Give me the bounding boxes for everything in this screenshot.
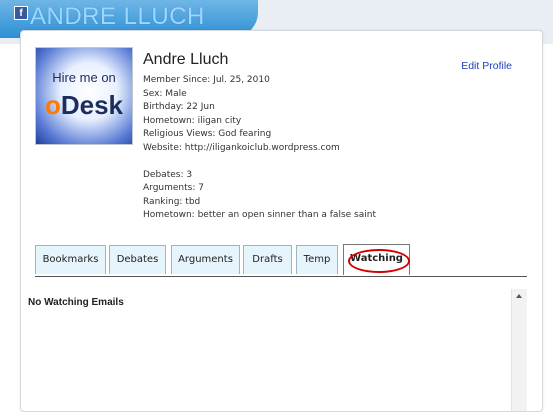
photo-text-logo: oDesk bbox=[44, 90, 124, 120]
profile-name: Andre Lluch bbox=[143, 51, 229, 68]
profile-tabs: Bookmarks Debates Arguments Drafts Temp … bbox=[35, 244, 527, 277]
highlight-ring bbox=[348, 249, 410, 273]
tab-temp[interactable]: Temp bbox=[296, 245, 338, 274]
stat-hometown-quote: Hometown: better an open sinner than a f… bbox=[143, 210, 376, 220]
tab-bookmarks[interactable]: Bookmarks bbox=[35, 245, 106, 274]
detail-religious-views: Religious Views: God fearing bbox=[143, 129, 272, 139]
profile-photo: Hire me on oDesk bbox=[35, 47, 133, 145]
detail-sex: Sex: Male bbox=[143, 88, 187, 99]
stat-arguments: Arguments: 7 bbox=[143, 183, 204, 193]
facebook-icon[interactable]: f bbox=[14, 6, 28, 20]
empty-message: No Watching Emails bbox=[28, 297, 124, 308]
detail-hometown: Hometown: iligan city bbox=[143, 115, 242, 126]
panel-scrollbar[interactable] bbox=[511, 289, 527, 411]
photo-text-line1: Hire me on bbox=[52, 70, 116, 85]
profile-card: Hire me on oDesk Andre Lluch Edit Profil… bbox=[20, 30, 543, 412]
stat-debates: Debates: 3 bbox=[143, 169, 193, 180]
scroll-up-arrow-icon[interactable] bbox=[516, 294, 522, 298]
stat-ranking: Ranking: tbd bbox=[143, 196, 201, 207]
banner-title: ANDRE LLUCH bbox=[30, 3, 205, 30]
tab-watching[interactable]: Watching bbox=[343, 244, 410, 275]
tab-arguments[interactable]: Arguments bbox=[171, 245, 240, 274]
detail-birthday: Birthday: 22 Jun bbox=[143, 102, 215, 112]
detail-website: Website: http://iligankoiclub.wordpress.… bbox=[143, 142, 340, 153]
tab-debates[interactable]: Debates bbox=[109, 245, 166, 274]
edit-profile-link[interactable]: Edit Profile bbox=[461, 60, 512, 72]
watching-panel: No Watching Emails bbox=[21, 289, 513, 409]
detail-member-since: Member Since: Jul. 25, 2010 bbox=[143, 75, 270, 85]
profile-details: Member Since: Jul. 25, 2010 Sex: Male Bi… bbox=[143, 74, 376, 223]
tab-drafts[interactable]: Drafts bbox=[243, 245, 292, 274]
